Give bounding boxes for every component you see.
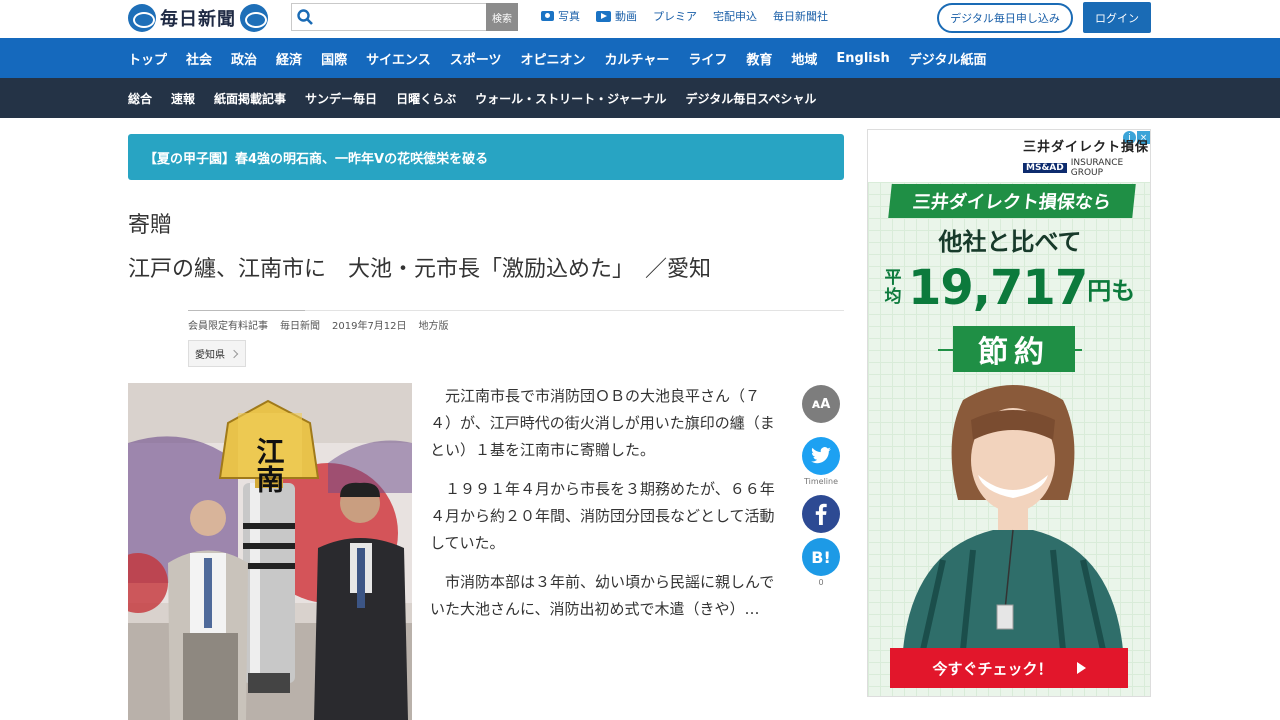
facebook-button[interactable] bbox=[802, 495, 840, 533]
ad-average-label: 平均 bbox=[884, 268, 902, 307]
nav-item-politics[interactable]: 政治 bbox=[231, 49, 257, 68]
nav-item-opinion[interactable]: オピニオン bbox=[520, 49, 585, 68]
ad-headline: 三井ダイレクト損保なら bbox=[888, 184, 1136, 218]
logo-text: 毎日新聞 bbox=[160, 9, 236, 30]
login-button[interactable]: ログイン bbox=[1083, 2, 1151, 33]
article-kicker: 寄贈 bbox=[128, 213, 173, 238]
photo-illustration: 江南 bbox=[128, 383, 412, 720]
ad-model-image bbox=[903, 385, 1123, 650]
article-body: 元江南市長で市消防団ＯＢの大池良平さん（７４）が、江戸時代の街火消しが用いた旗印… bbox=[430, 383, 778, 635]
source-label: 毎日新聞 bbox=[280, 321, 320, 332]
advertisement[interactable]: i × 三井ダイレクト損保 MS&AD INSURANCE GROUP 三井ダイレ… bbox=[867, 129, 1151, 697]
membership-label: 会員限定有料記事 bbox=[188, 321, 268, 332]
logo-left-icon bbox=[128, 4, 156, 32]
divider bbox=[305, 310, 844, 311]
region-tag[interactable]: 愛知県 bbox=[188, 340, 246, 367]
ad-amount: 19,717 bbox=[908, 260, 1088, 316]
secondary-nav: 総合 速報 紙面掲載記事 サンデー毎日 日曜くらぶ ウォール・ストリート・ジャー… bbox=[0, 78, 1280, 118]
play-icon bbox=[596, 10, 611, 22]
twitter-button[interactable] bbox=[802, 437, 840, 475]
subnav-item-wsj[interactable]: ウォール・ストリート・ジャーナル bbox=[475, 90, 666, 107]
ad-cta-button[interactable]: 今すぐチェック！ bbox=[890, 648, 1128, 688]
logo-right-icon bbox=[240, 4, 268, 32]
ad-header: i × 三井ダイレクト損保 MS&AD INSURANCE GROUP bbox=[868, 130, 1150, 182]
top-link-premier[interactable]: プレミア bbox=[653, 8, 697, 24]
search-icon bbox=[297, 9, 313, 25]
article-meta: 会員限定有料記事 毎日新聞 2019年7月12日 地方版 bbox=[188, 317, 449, 332]
matoi-sign-text: 江南 bbox=[253, 437, 286, 493]
twitter-caption: Timeline bbox=[803, 477, 838, 486]
hatena-bookmark-button[interactable]: B! bbox=[802, 538, 840, 576]
nav-item-english[interactable]: English bbox=[836, 51, 889, 66]
article-paragraph: 元江南市長で市消防団ＯＢの大池良平さん（７４）が、江戸時代の街火消しが用いた旗印… bbox=[430, 387, 775, 459]
chevron-right-icon bbox=[229, 349, 239, 358]
news-banner[interactable]: 【夏の甲子園】春4強の明石商、一昨年Vの花咲徳栄を破る bbox=[128, 134, 844, 180]
nav-item-life[interactable]: ライフ bbox=[688, 49, 727, 68]
play-arrow-icon bbox=[1076, 662, 1086, 674]
top-link-label: 動画 bbox=[615, 10, 637, 23]
twitter-icon bbox=[811, 447, 831, 464]
article-date: 2019年7月12日 bbox=[332, 321, 407, 332]
nav-item-world[interactable]: 国際 bbox=[321, 49, 347, 68]
nav-item-top[interactable]: トップ bbox=[128, 49, 167, 68]
top-links: 写真 動画 プレミア 宅配申込 毎日新聞社 bbox=[541, 8, 828, 24]
search-box: 検索 bbox=[291, 3, 518, 31]
nav-item-culture[interactable]: カルチャー bbox=[604, 49, 669, 68]
article-paragraph: 市消防本部は３年前、幼い頃から民謡に親しんでいた大池さんに、消防出初め式で木遣（… bbox=[430, 573, 775, 618]
top-link-video[interactable]: 動画 bbox=[596, 8, 637, 24]
article-photo[interactable]: 江南 bbox=[128, 383, 412, 720]
camera-icon bbox=[541, 11, 554, 21]
msad-logo: MS&AD bbox=[1023, 163, 1067, 173]
ad-group-text: INSURANCE GROUP bbox=[1070, 158, 1124, 178]
ad-cta-label: 今すぐチェック！ bbox=[932, 659, 1053, 678]
ad-subheadline: 他社と比べて bbox=[938, 228, 1082, 256]
section-label: 地方版 bbox=[418, 321, 449, 332]
subnav-item-special[interactable]: デジタル毎日スペシャル bbox=[685, 90, 816, 107]
region-tag-label: 愛知県 bbox=[195, 350, 225, 361]
subnav-item-breaking[interactable]: 速報 bbox=[171, 90, 195, 107]
search-input[interactable] bbox=[316, 6, 476, 28]
subnav-item-print[interactable]: 紙面掲載記事 bbox=[214, 90, 286, 107]
facebook-icon bbox=[815, 503, 827, 525]
top-link-company[interactable]: 毎日新聞社 bbox=[773, 8, 828, 24]
subnav-item-general[interactable]: 総合 bbox=[128, 90, 152, 107]
nav-item-education[interactable]: 教育 bbox=[746, 49, 772, 68]
search-button[interactable]: 検索 bbox=[486, 3, 518, 31]
divider bbox=[188, 310, 305, 311]
top-bar: 毎日新聞 検索 写真 動画 プレミア 宅配申込 毎日新聞社 デジタル毎日申し込み… bbox=[0, 0, 1280, 38]
article-title: 江戸の纏、江南市に 大池・元市長「激励込めた」 ／愛知 bbox=[128, 257, 712, 282]
ad-brand: 三井ダイレクト損保 bbox=[1023, 140, 1150, 155]
nav-item-science[interactable]: サイエンス bbox=[366, 49, 431, 68]
article-paragraph: １９９１年４月から市長を３期務めたが、６６年４月から約２０年間、消防団分団長など… bbox=[430, 480, 775, 552]
ad-amount-row: 平均 19,717 円も bbox=[878, 260, 1142, 316]
primary-nav: トップ 社会 政治 経済 国際 サイエンス スポーツ オピニオン カルチャー ラ… bbox=[0, 38, 1280, 78]
top-link-delivery[interactable]: 宅配申込 bbox=[713, 8, 757, 24]
nav-item-sports[interactable]: スポーツ bbox=[450, 49, 502, 68]
ad-amount-suffix: 円も bbox=[1087, 276, 1136, 305]
hatena-count: 0 bbox=[818, 578, 824, 587]
font-size-button[interactable]: ᴀA bbox=[802, 385, 840, 423]
subnav-item-sunday[interactable]: サンデー毎日 bbox=[305, 90, 377, 107]
top-link-photo[interactable]: 写真 bbox=[541, 8, 580, 24]
nav-item-region[interactable]: 地域 bbox=[791, 49, 817, 68]
site-logo[interactable]: 毎日新聞 bbox=[128, 3, 268, 33]
nav-item-digital-paper[interactable]: デジタル紙面 bbox=[909, 49, 987, 68]
nav-item-economy[interactable]: 経済 bbox=[276, 49, 302, 68]
top-link-label: 写真 bbox=[558, 10, 580, 23]
nav-item-society[interactable]: 社会 bbox=[186, 49, 212, 68]
subnav-item-nichiyo[interactable]: 日曜くらぶ bbox=[396, 90, 456, 107]
subscribe-button[interactable]: デジタル毎日申し込み bbox=[937, 3, 1073, 33]
ad-group-label: MS&AD INSURANCE GROUP bbox=[1023, 158, 1150, 178]
ad-save-label: 節約 bbox=[953, 326, 1075, 372]
